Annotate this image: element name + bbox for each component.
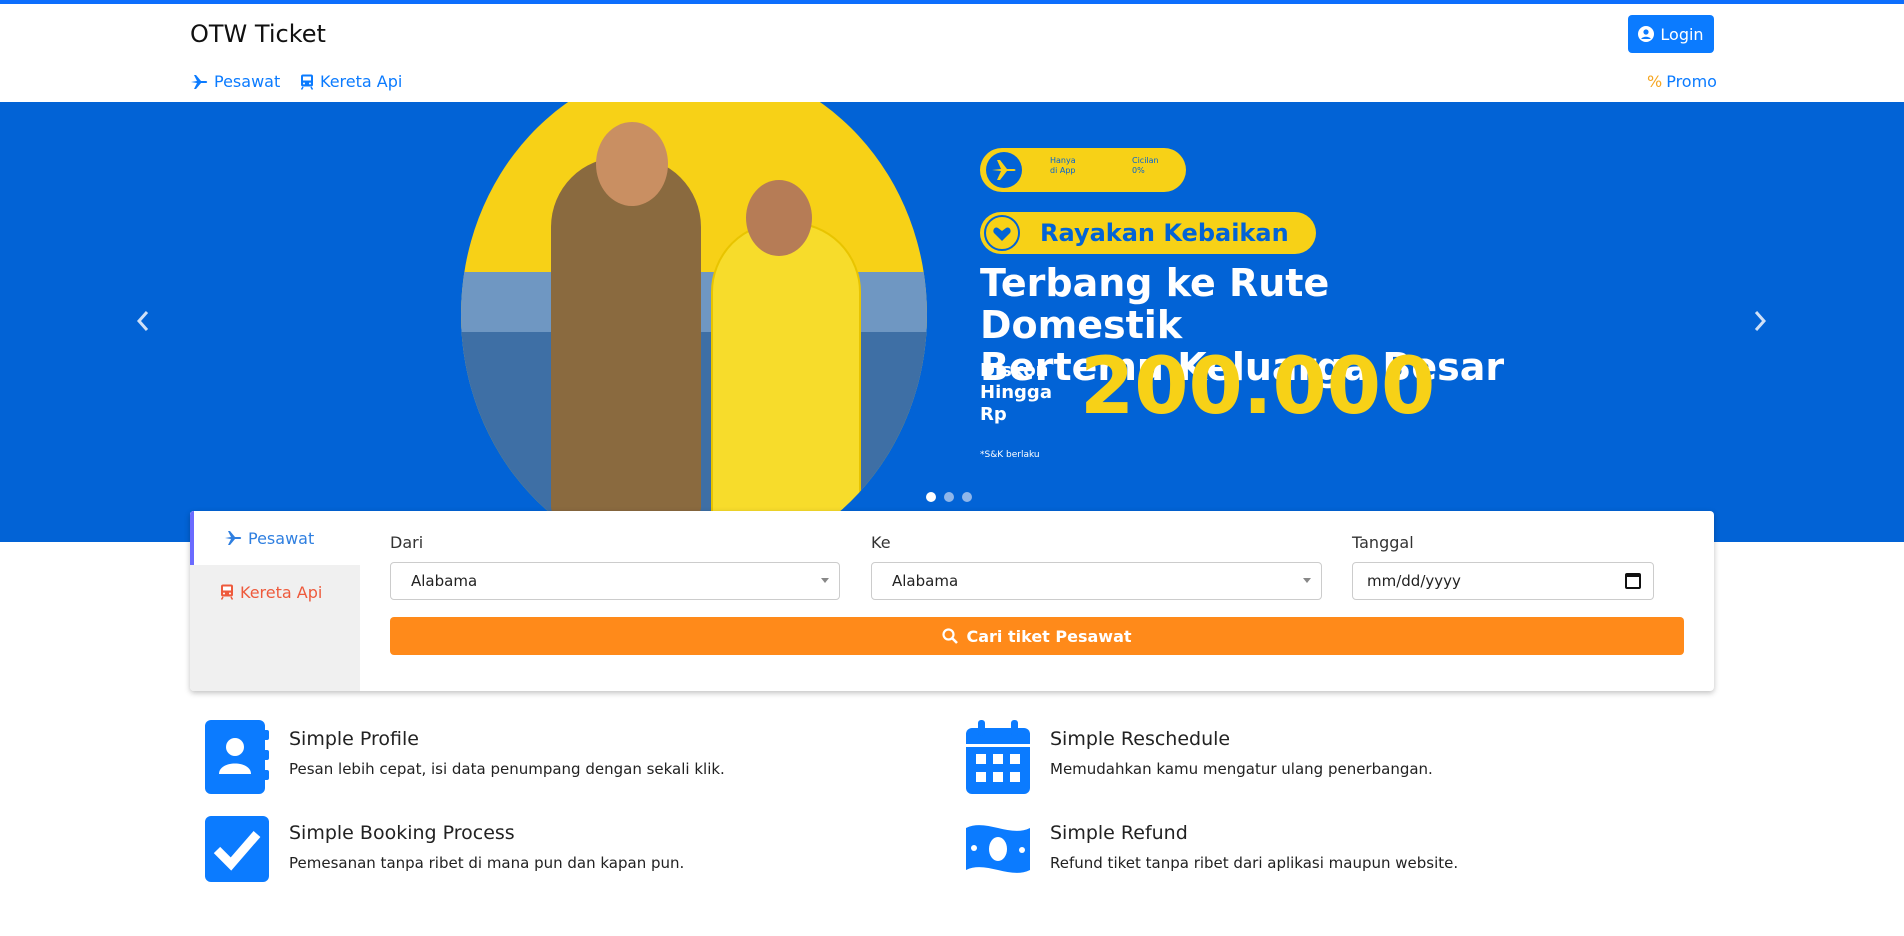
caret-down-icon: [1303, 578, 1311, 583]
to-label: Ke: [871, 533, 891, 552]
carousel-next-button[interactable]: [1752, 307, 1768, 340]
chevron-left-icon: [136, 311, 149, 331]
search-button-label: Cari tiket Pesawat: [966, 626, 1132, 646]
check-square-icon: [205, 816, 269, 882]
user-circle-icon: [1638, 26, 1655, 42]
login-label: Login: [1660, 24, 1704, 44]
hero-badge-text-2: Cicilan 0%: [1132, 156, 1159, 175]
hero-tagline: Rayakan Kebaikan: [980, 212, 1316, 254]
train-icon: [300, 74, 314, 90]
hero-discount-label: Diskon Hingga Rp: [980, 360, 1052, 426]
hero-headline-line-1: Terbang ke Rute Domestik: [980, 261, 1330, 347]
heart-hands-icon: [984, 215, 1020, 251]
carousel-indicators: [926, 492, 972, 502]
header: OTW Ticket Login Pesawat Kereta Api % Pro…: [0, 4, 1904, 102]
feature-simple-reschedule: Simple Reschedule Memudahkan kamu mengat…: [966, 720, 1666, 800]
nav-kereta[interactable]: Kereta Api: [300, 72, 402, 91]
contact-book-icon: [205, 720, 269, 794]
plane-icon: [191, 74, 208, 89]
search-ticket-button[interactable]: Cari tiket Pesawat: [390, 617, 1684, 655]
hero-terms: *S&K berlaku: [980, 450, 1040, 460]
login-button[interactable]: Login: [1628, 15, 1714, 53]
search-tabs: Pesawat Kereta Api: [190, 511, 360, 691]
date-placeholder: mm/dd/yyyy: [1367, 572, 1461, 590]
nav-pesawat-label: Pesawat: [214, 72, 281, 91]
search-icon: [942, 628, 959, 644]
to-select[interactable]: Alabama: [871, 562, 1322, 600]
hero-discount-label-3: Rp: [980, 404, 1007, 425]
hero-person-woman: [711, 222, 861, 522]
hero-person-man-head: [596, 122, 668, 206]
feature-title: Simple Refund: [1050, 822, 1188, 844]
money-bill-icon: [966, 825, 1030, 873]
from-label: Dari: [390, 533, 424, 552]
hero-photo: [461, 102, 927, 542]
hero-discount-value: 200.000: [1080, 342, 1436, 432]
to-value: Alabama: [892, 572, 959, 590]
feature-simple-booking: Simple Booking Process Pemesanan tanpa r…: [205, 814, 905, 894]
date-label: Tanggal: [1352, 533, 1414, 552]
search-card: Pesawat Kereta Api Dari Alabama Ke Alaba…: [190, 511, 1714, 691]
feature-title: Simple Profile: [289, 728, 419, 750]
feature-desc: Refund tiket tanpa ribet dari aplikasi m…: [1050, 854, 1459, 872]
hero-tagline-text: Rayakan Kebaikan: [1040, 219, 1289, 247]
promo-percent-icon: %: [1647, 72, 1663, 91]
nav-promo-label: Promo: [1666, 72, 1717, 91]
brand-logo-text[interactable]: OTW Ticket: [190, 20, 326, 48]
tab-pesawat-label: Pesawat: [248, 528, 315, 548]
hero-badge-app: Hanya di App Cicilan 0%: [980, 148, 1186, 192]
hero-person-man: [551, 157, 701, 517]
tab-kereta-label: Kereta Api: [240, 582, 323, 602]
plane-icon: [225, 531, 242, 545]
hero-promo-text: Hanya di App Cicilan 0% Rayakan Kebaikan…: [980, 102, 1540, 542]
calendar-icon: [966, 720, 1030, 794]
nav-pesawat[interactable]: Pesawat: [190, 72, 280, 91]
feature-desc: Pemesanan tanpa ribet di mana pun dan ka…: [289, 854, 685, 872]
nav-promo[interactable]: % Promo: [1647, 72, 1717, 91]
tab-kereta[interactable]: Kereta Api: [190, 565, 360, 619]
calendar-picker-icon[interactable]: [1625, 573, 1641, 589]
chevron-right-icon: [1754, 311, 1767, 331]
tab-pesawat[interactable]: Pesawat: [190, 511, 360, 565]
plane-badge-icon: [986, 152, 1022, 188]
hero-badge-text-1: Hanya di App: [1050, 156, 1076, 175]
from-value: Alabama: [411, 572, 478, 590]
date-input[interactable]: mm/dd/yyyy: [1352, 562, 1654, 600]
caret-down-icon: [821, 578, 829, 583]
nav-kereta-label: Kereta Api: [320, 72, 403, 91]
feature-simple-profile: Simple Profile Pesan lebih cepat, isi da…: [205, 720, 905, 800]
from-select[interactable]: Alabama: [390, 562, 840, 600]
feature-desc: Pesan lebih cepat, isi data penumpang de…: [289, 760, 725, 778]
carousel-dot-1[interactable]: [926, 492, 936, 502]
carousel-prev-button[interactable]: [135, 307, 151, 340]
carousel-dot-3[interactable]: [962, 492, 972, 502]
carousel-dot-2[interactable]: [944, 492, 954, 502]
hero-discount-label-1: Diskon: [980, 360, 1049, 381]
feature-title: Simple Reschedule: [1050, 728, 1231, 750]
feature-desc: Memudahkan kamu mengatur ulang penerbang…: [1050, 760, 1433, 778]
train-icon: [220, 584, 234, 600]
hero-carousel[interactable]: Hanya di App Cicilan 0% Rayakan Kebaikan…: [0, 102, 1904, 542]
hero-discount-label-2: Hingga: [980, 382, 1052, 403]
feature-simple-refund: Simple Refund Refund tiket tanpa ribet d…: [966, 814, 1666, 894]
hero-person-woman-head: [746, 180, 812, 256]
feature-title: Simple Booking Process: [289, 822, 515, 844]
